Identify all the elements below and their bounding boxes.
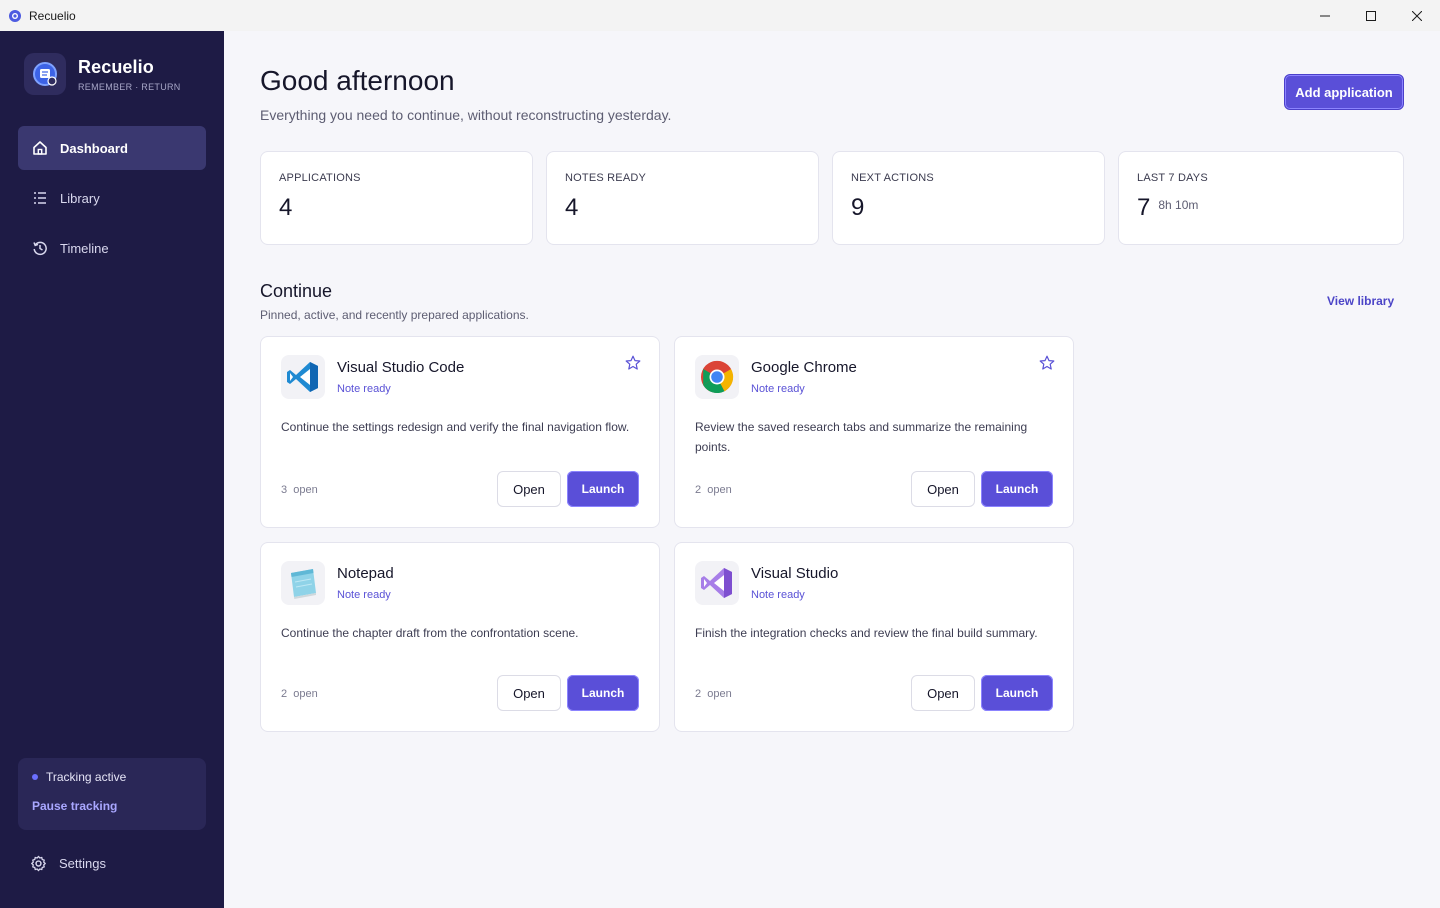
home-icon	[33, 141, 47, 155]
note-status: Note ready	[751, 383, 805, 395]
brand-logo	[24, 53, 66, 95]
maximize-button[interactable]	[1348, 0, 1394, 31]
sidebar-item-dashboard[interactable]: Dashboard	[18, 126, 206, 170]
history-icon	[33, 241, 47, 256]
stat-value: 9	[851, 194, 865, 221]
close-button[interactable]	[1394, 0, 1440, 31]
sidebar-item-timeline[interactable]: Timeline	[18, 226, 206, 270]
app-card-notepad: Notepad Note ready Continue the chapter …	[260, 542, 660, 732]
open-button[interactable]: Open	[497, 675, 561, 711]
app-tile	[695, 561, 739, 605]
stat-value: 4	[565, 194, 579, 221]
page-subtitle: Everything you need to continue, without…	[260, 107, 672, 123]
launch-button[interactable]: Launch	[567, 471, 639, 507]
open-button[interactable]: Open	[497, 471, 561, 507]
stats-row: APPLICATIONS 4 NOTES READY 4 NEXT ACTION…	[260, 151, 1404, 245]
view-library-link[interactable]: View library	[1327, 294, 1394, 308]
brand-logo-icon	[33, 62, 57, 86]
gear-icon	[31, 855, 46, 872]
sidebar: Recuelio REMEMBER · RETURN Dashboard Lib…	[0, 31, 224, 908]
sidebar-nav: Dashboard Library Timeline	[18, 126, 206, 276]
stat-value: 7	[1137, 194, 1151, 221]
app-tile	[281, 561, 325, 605]
window-title: Recuelio	[29, 8, 76, 23]
open-count: 2 open	[695, 484, 732, 496]
open-count: 3 open	[281, 484, 318, 496]
vscode-icon	[287, 362, 318, 392]
brand-name: Recuelio	[78, 56, 154, 77]
sidebar-item-label: Library	[60, 190, 100, 206]
app-card-vscode: Visual Studio Code Note ready Continue t…	[260, 336, 660, 528]
tracking-status: Tracking active	[32, 770, 192, 784]
main-content: Good afternoon Everything you need to co…	[224, 31, 1440, 908]
app-card-chrome: Google Chrome Note ready Review the save…	[674, 336, 1074, 528]
launch-button[interactable]: Launch	[567, 675, 639, 711]
stat-label: NEXT ACTIONS	[851, 172, 934, 184]
status-dot-icon	[32, 774, 38, 780]
open-button[interactable]: Open	[911, 471, 975, 507]
note-status: Note ready	[337, 383, 391, 395]
stat-value: 4	[279, 194, 293, 221]
notepad-icon	[291, 569, 316, 599]
app-description: Finish the integration checks and review…	[695, 626, 1038, 640]
open-count: 2 open	[695, 688, 732, 700]
open-count: 2 open	[281, 688, 318, 700]
app-name: Google Chrome	[751, 359, 857, 376]
app-tile	[695, 355, 739, 399]
add-application-button[interactable]: Add application	[1284, 74, 1404, 110]
note-status: Note ready	[337, 589, 391, 601]
brand-tagline: REMEMBER · RETURN	[78, 81, 181, 92]
settings-label: Settings	[59, 856, 106, 871]
open-button[interactable]: Open	[911, 675, 975, 711]
star-icon[interactable]	[625, 355, 641, 371]
section-title: Continue	[260, 281, 333, 301]
tracking-panel: Tracking active Pause tracking	[18, 758, 206, 830]
stat-card-last-7-days: LAST 7 DAYS 7 8h 10m	[1118, 151, 1404, 245]
app-name: Visual Studio	[751, 565, 839, 582]
stat-label: NOTES READY	[565, 172, 647, 184]
stat-card-next-actions: NEXT ACTIONS 9	[832, 151, 1105, 245]
pause-tracking-link[interactable]: Pause tracking	[32, 799, 192, 813]
close-icon	[1412, 10, 1422, 21]
section-subtitle: Pinned, active, and recently prepared ap…	[260, 308, 529, 322]
stat-label: LAST 7 DAYS	[1137, 172, 1208, 184]
page-title: Good afternoon	[260, 65, 455, 96]
list-icon	[34, 192, 46, 204]
brand: Recuelio REMEMBER · RETURN	[24, 53, 181, 95]
window-controls	[1302, 0, 1440, 31]
visual-studio-icon	[701, 568, 732, 598]
note-status: Note ready	[751, 589, 805, 601]
minimize-button[interactable]	[1302, 0, 1348, 31]
app-card-visual-studio: Visual Studio Note ready Finish the inte…	[674, 542, 1074, 732]
stat-card-applications: APPLICATIONS 4	[260, 151, 533, 245]
maximize-icon	[1366, 10, 1376, 21]
stat-card-notes-ready: NOTES READY 4	[546, 151, 819, 245]
minimize-icon	[1320, 15, 1330, 16]
sidebar-item-label: Timeline	[60, 240, 109, 256]
app-description: Continue the chapter draft from the conf…	[281, 626, 579, 640]
app-tile	[281, 355, 325, 399]
sidebar-item-settings[interactable]: Settings	[30, 855, 106, 872]
app-name: Visual Studio Code	[337, 359, 465, 376]
sidebar-item-label: Dashboard	[60, 140, 128, 156]
stat-label: APPLICATIONS	[279, 172, 361, 184]
tracking-status-label: Tracking active	[46, 770, 127, 784]
app-logo-icon	[9, 9, 21, 22]
app-description: Review the saved research tabs and summa…	[695, 420, 1028, 454]
sidebar-item-library[interactable]: Library	[18, 176, 206, 220]
stat-duration: 8h 10m	[1158, 198, 1199, 212]
app-description: Continue the settings redesign and verif…	[281, 420, 630, 434]
app-name: Notepad	[337, 565, 394, 582]
star-icon[interactable]	[1039, 355, 1055, 371]
title-bar: Recuelio	[0, 0, 1440, 31]
chrome-icon	[701, 360, 734, 394]
launch-button[interactable]: Launch	[981, 471, 1053, 507]
launch-button[interactable]: Launch	[981, 675, 1053, 711]
